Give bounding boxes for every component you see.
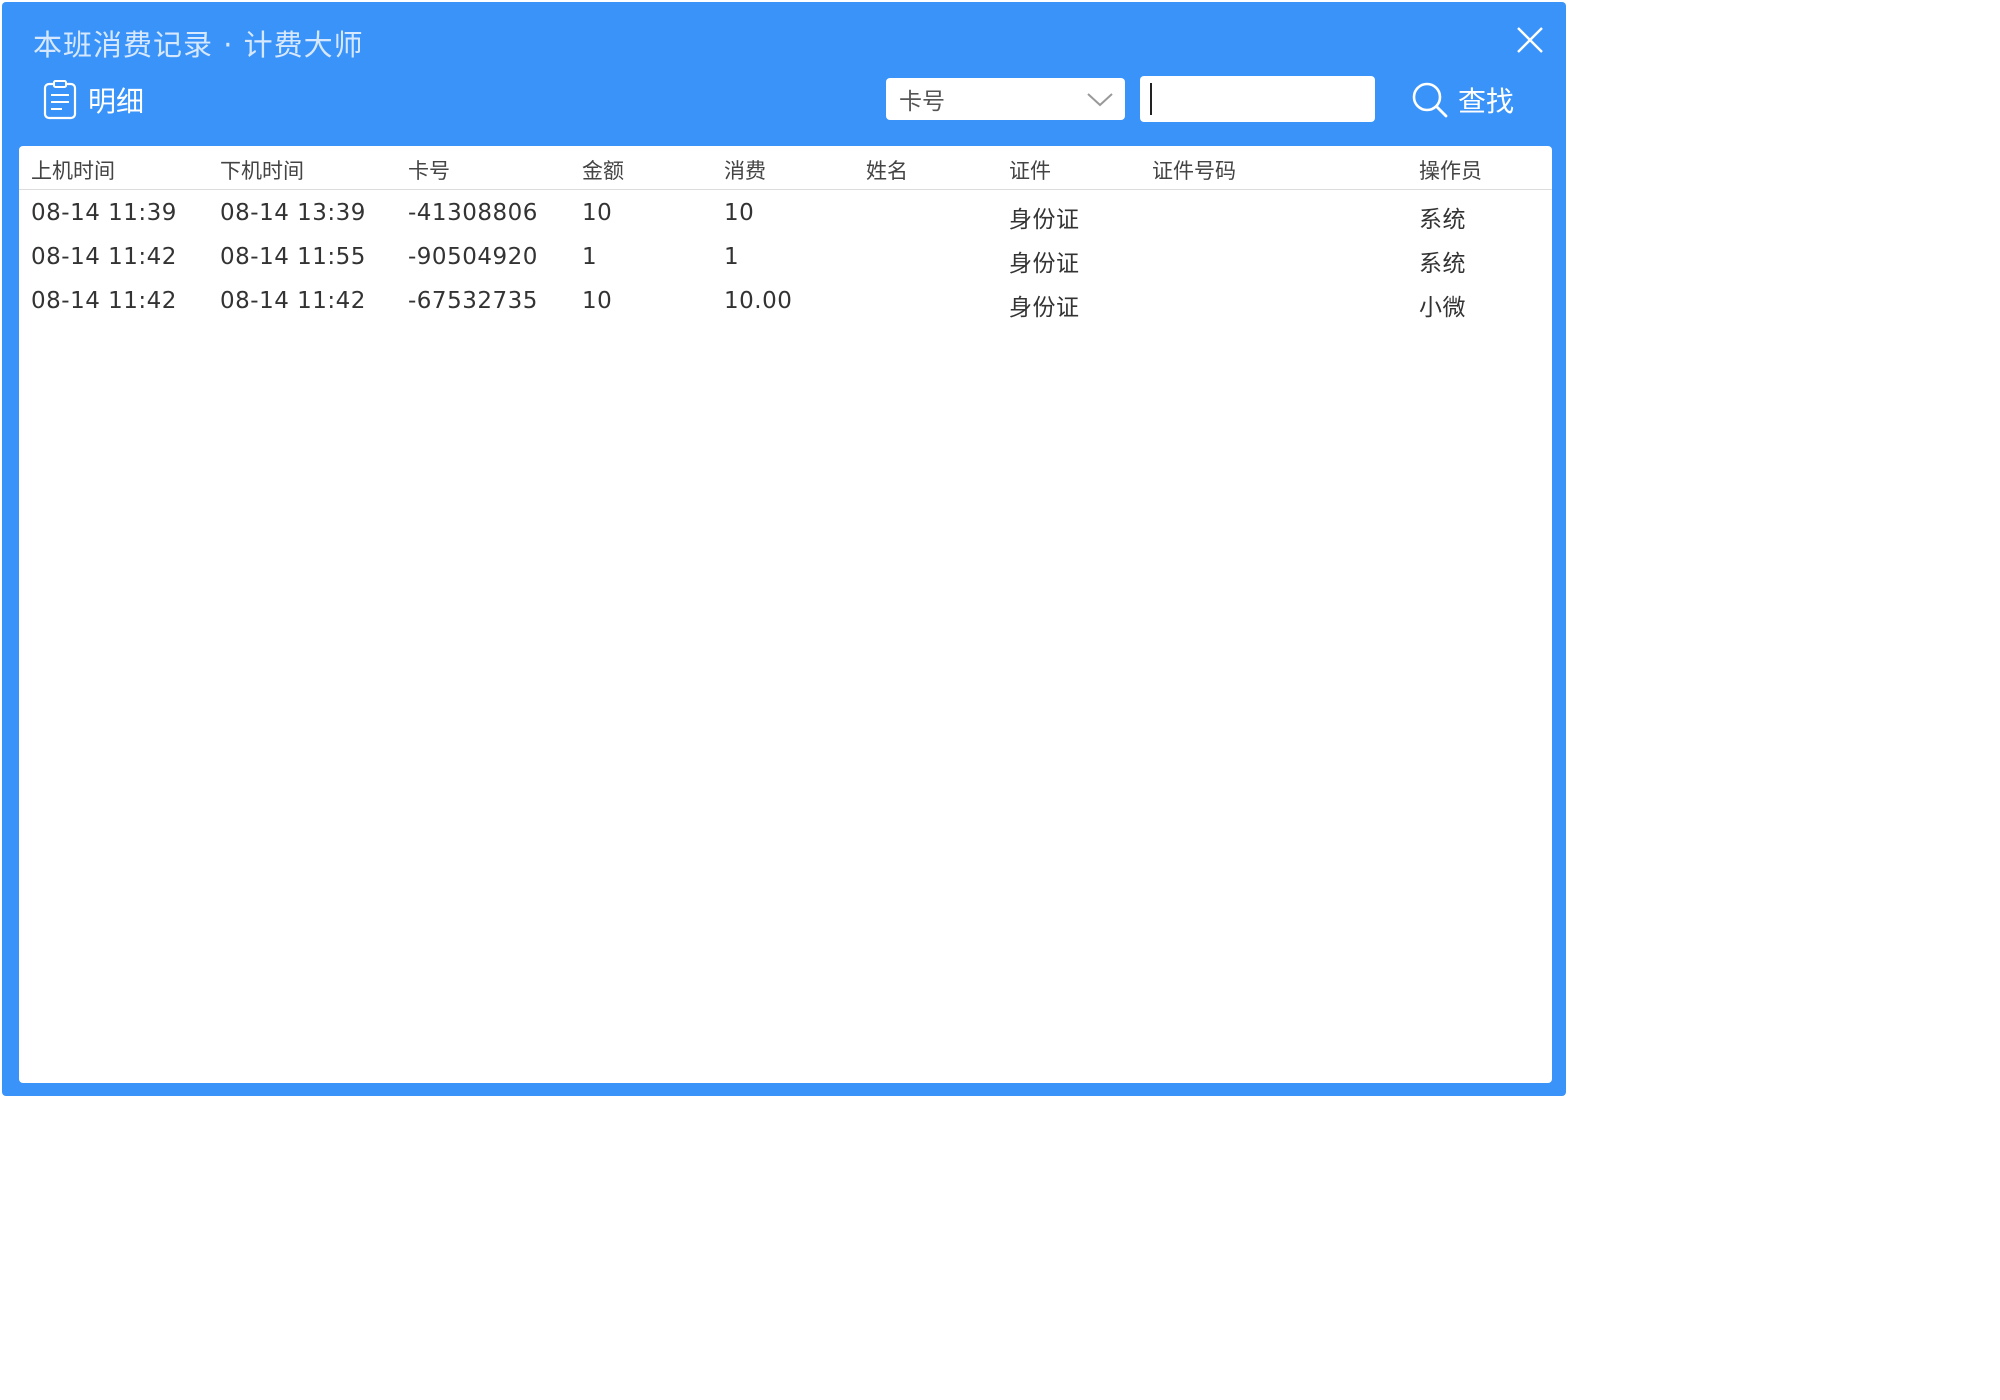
search-button-label: 查找 — [1458, 85, 1515, 118]
text-cursor — [1150, 83, 1152, 115]
cell-amount: 10 — [582, 288, 613, 314]
cell-card-no: -67532735 — [408, 288, 538, 314]
cell-consumption: 10 — [724, 200, 755, 226]
search-button[interactable]: 查找 — [1410, 78, 1514, 122]
cell-consumption: 10.00 — [724, 288, 793, 314]
cell-end-time: 08-14 11:55 — [220, 244, 366, 270]
window-title: 本班消费记录 · 计费大师 — [33, 28, 364, 62]
cell-amount: 10 — [582, 200, 613, 226]
filter-field-value: 卡号 — [899, 89, 945, 115]
cell-end-time: 08-14 13:39 — [220, 200, 366, 226]
cell-id-type: 身份证 — [1009, 251, 1080, 277]
close-icon — [1517, 27, 1543, 53]
cell-start-time: 08-14 11:42 — [31, 244, 177, 270]
tab-details-label: 明细 — [88, 85, 145, 118]
column-header-amount[interactable]: 金额 — [582, 155, 624, 185]
close-button[interactable] — [1512, 22, 1548, 58]
cell-card-no: -41308806 — [408, 200, 538, 226]
table-header: 上机时间 下机时间 卡号 金额 消费 姓名 证件 证件号码 操作员 — [19, 146, 1552, 190]
cell-operator: 系统 — [1419, 251, 1466, 277]
cell-operator: 小微 — [1419, 295, 1466, 321]
consumption-records-window: 本班消费记录 · 计费大师 明细 卡号 查找 上机时间 下机时间 卡号 金额 消… — [2, 2, 1566, 1096]
cell-end-time: 08-14 11:42 — [220, 288, 366, 314]
search-icon — [1412, 82, 1448, 118]
tab-details[interactable]: 明细 — [42, 78, 144, 122]
table-row[interactable]: 08-14 11:42 08-14 11:42 -67532735 10 10.… — [19, 279, 1552, 323]
cell-consumption: 1 — [724, 244, 740, 270]
cell-amount: 1 — [582, 244, 598, 270]
column-header-consumption[interactable]: 消费 — [724, 155, 766, 185]
filter-field-select[interactable]: 卡号 — [886, 78, 1125, 120]
cell-operator: 系统 — [1419, 207, 1466, 233]
chevron-down-icon — [1085, 86, 1115, 112]
column-header-name[interactable]: 姓名 — [866, 155, 908, 185]
cell-id-type: 身份证 — [1009, 207, 1080, 233]
table-row[interactable]: 08-14 11:39 08-14 13:39 -41308806 10 10 … — [19, 191, 1552, 235]
cell-card-no: -90504920 — [408, 244, 538, 270]
column-header-end-time[interactable]: 下机时间 — [220, 155, 304, 185]
column-header-operator[interactable]: 操作员 — [1419, 155, 1482, 185]
column-header-id-type[interactable]: 证件 — [1009, 155, 1051, 185]
column-header-card-no[interactable]: 卡号 — [408, 155, 450, 185]
records-table: 上机时间 下机时间 卡号 金额 消费 姓名 证件 证件号码 操作员 08-14 … — [19, 146, 1552, 1083]
table-row[interactable]: 08-14 11:42 08-14 11:55 -90504920 1 1 身份… — [19, 235, 1552, 279]
column-header-start-time[interactable]: 上机时间 — [31, 155, 115, 185]
column-header-id-number[interactable]: 证件号码 — [1152, 155, 1236, 185]
clipboard-list-icon — [43, 80, 77, 120]
cell-id-type: 身份证 — [1009, 295, 1080, 321]
cell-start-time: 08-14 11:42 — [31, 288, 177, 314]
search-input[interactable] — [1140, 76, 1375, 122]
cell-start-time: 08-14 11:39 — [31, 200, 177, 226]
